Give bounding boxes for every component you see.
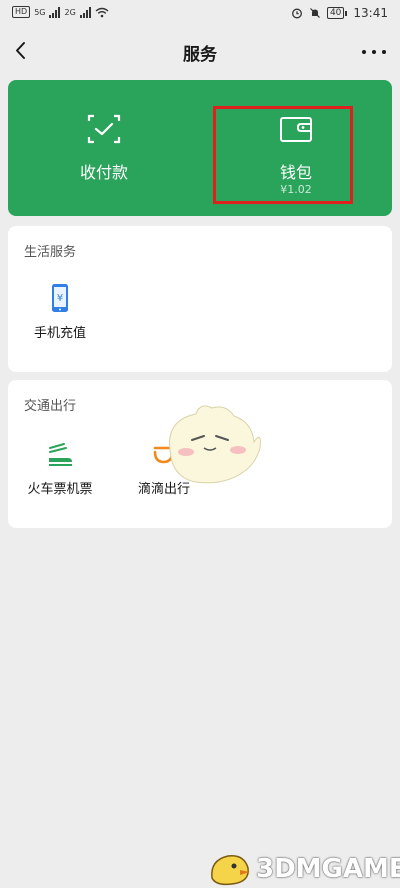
service-item-train-ticket[interactable]: 火车票机票: [8, 438, 112, 498]
battery-icon: 40: [326, 7, 348, 19]
service-label: 手机充值: [33, 326, 86, 341]
train-icon: [49, 443, 72, 466]
service-label: 火车票机票: [27, 482, 93, 497]
phone-recharge-icon: ¥: [52, 284, 68, 312]
status-left: HD 5G 2G: [12, 6, 109, 18]
highlight-annotation: [213, 106, 353, 204]
network-label-2: 2G: [64, 7, 76, 17]
svg-text:¥: ¥: [57, 293, 63, 304]
more-button[interactable]: [362, 40, 386, 64]
status-bar: HD 5G 2G 40 13:41: [0, 0, 400, 28]
signal-icon-2: [79, 6, 91, 18]
status-right: 40 13:41: [291, 6, 388, 20]
battery-level: 40: [326, 7, 345, 19]
signal-icon: [49, 6, 61, 18]
section-title: 生活服务: [24, 245, 77, 260]
page-title: 服务: [183, 45, 217, 65]
network-label-1: 5G: [34, 7, 46, 17]
mute-bell-icon: [310, 8, 320, 18]
hd-badge: HD: [12, 6, 31, 18]
mascot-sticker: [169, 405, 261, 484]
service-item-phone-recharge[interactable]: ¥ 手机充值: [8, 282, 112, 342]
watermark-text: 3DMGAME: [256, 854, 400, 884]
wifi-icon: [95, 7, 109, 17]
more-dot: [372, 50, 376, 54]
more-dot: [362, 50, 366, 54]
section-title: 交通出行: [24, 399, 77, 414]
status-time: 13:41: [353, 6, 388, 20]
pay-receive-label: 收付款: [79, 163, 128, 182]
section-life-services: 生活服务 ¥ 手机充值: [8, 226, 392, 372]
more-dot: [382, 50, 386, 54]
pay-receive-button[interactable]: 收付款: [8, 80, 200, 216]
watermark-logo: 3DMGAME: [204, 848, 400, 888]
nav-bar: 服务: [0, 28, 400, 74]
bird-logo-icon: [211, 855, 250, 886]
alarm-icon: [292, 8, 302, 19]
scan-check-icon: [87, 114, 121, 144]
